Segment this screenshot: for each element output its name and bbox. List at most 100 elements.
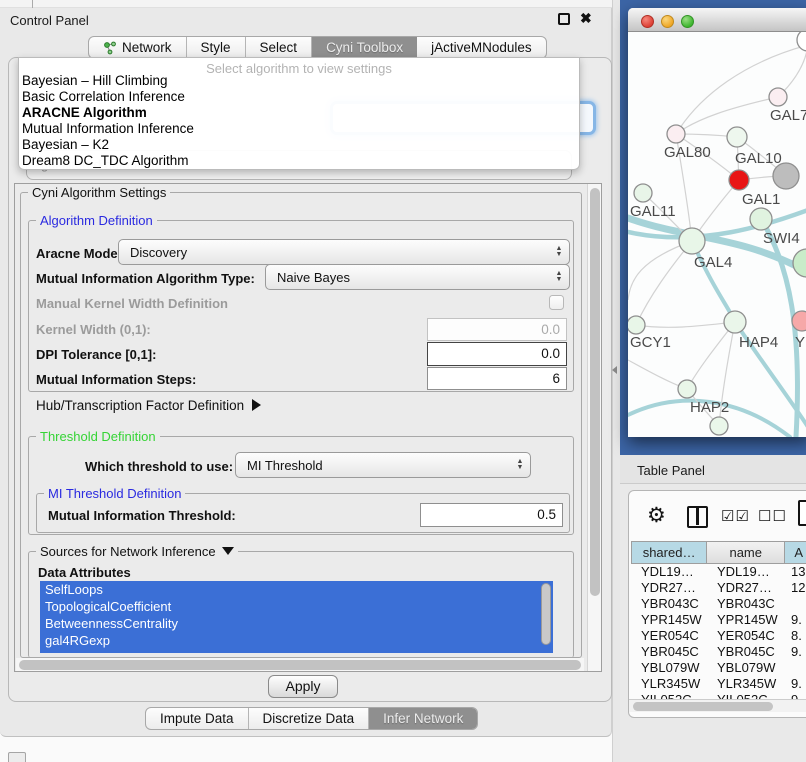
table-row[interactable]: YLR345WYLR345W9. [631,676,806,692]
network-node[interactable] [727,127,747,147]
table-cell [787,596,806,612]
kernel-width-label: Kernel Width (0,1): [36,322,151,337]
table-row[interactable]: YBL079WYBL079W [631,660,806,676]
data-attribute-item[interactable]: TopologicalCoefficient [40,598,553,615]
network-node-label: Y [795,334,805,351]
mi-type-value: Naive Bayes [266,270,549,285]
algorithm-option[interactable]: Basic Correlation Inference [19,89,579,105]
tab-infer-network[interactable]: Infer Network [369,708,477,729]
algorithm-option[interactable]: Mutual Information Inference [19,121,579,137]
network-node[interactable] [628,316,645,334]
network-node[interactable] [750,208,772,230]
algorithm-option[interactable]: ARACNE Algorithm [19,105,579,121]
network-node[interactable] [729,170,749,190]
mi-threshold-field[interactable]: 0.5 [420,503,563,527]
scrollbar-thumb[interactable] [590,188,600,596]
table-row[interactable]: YBR043CYBR043C [631,596,806,612]
table-row[interactable]: YDR27…YDR27…12 [631,580,806,596]
network-node[interactable] [634,184,652,202]
table-panel-title: Table Panel [637,463,705,478]
tab-select[interactable]: Select [246,37,313,58]
table-row[interactable]: YBR045CYBR045C9. [631,644,806,660]
which-threshold-combo[interactable]: MI Threshold ▲▼ [235,452,531,478]
aracne-mode-combo[interactable]: Discovery ▲▼ [118,239,570,265]
stepper-icon: ▲▼ [549,246,569,258]
settings-horizontal-scrollbar[interactable] [16,658,584,671]
collapse-left-icon[interactable] [612,366,617,374]
column-header-name[interactable]: name [707,541,785,564]
data-attribute-item[interactable]: gal4RGexp [40,632,553,649]
table-cell: YBR045C [708,644,787,660]
column-header-clipped[interactable]: A [785,541,806,564]
data-attributes-list[interactable]: SelfLoopsTopologicalCoefficientBetweenne… [40,581,553,653]
tab-style[interactable]: Style [187,37,246,58]
tab-network[interactable]: Network [89,37,187,58]
mi-steps-field[interactable]: 6 [427,367,567,390]
columns-icon[interactable] [687,506,708,528]
sources-title-text: Sources for Network Inference [40,544,216,559]
network-node[interactable] [769,88,787,106]
table-row[interactable]: YDL19…YDL19…13 [631,564,806,580]
network-node[interactable] [678,380,696,398]
close-icon[interactable]: ✖ [580,10,592,27]
table-row[interactable]: YER054CYER054C8. [631,628,806,644]
list-scrollbar[interactable] [541,583,551,645]
minimized-panel-icon[interactable] [8,752,26,762]
zoom-traffic-light[interactable] [681,15,694,28]
table-row[interactable]: YIL052CYIL052C9 [631,692,806,699]
tab-impute-data[interactable]: Impute Data [146,708,249,729]
panel-divider[interactable] [612,0,620,762]
document-icon[interactable] [798,500,806,526]
kernel-width-field[interactable]: 0.0 [427,318,567,341]
network-canvas[interactable]: GAL7GAL80GAL10GAL1GAL11SWI4GAL4GCY1HAP4Y… [628,32,806,437]
tab-jactivemnodules[interactable]: jActiveMNodules [417,37,546,58]
apply-button[interactable]: Apply [268,675,338,698]
which-threshold-label: Which threshold to use: [85,459,233,474]
network-node-label: SWI4 [763,230,800,247]
algorithm-option[interactable]: Bayesian – K2 [19,137,579,153]
network-node[interactable] [793,249,806,277]
tab-cyni-toolbox[interactable]: Cyni Toolbox [312,37,417,58]
table-cell: 8. [787,628,806,644]
network-node[interactable] [710,417,728,435]
table-cell [787,660,806,676]
table-horizontal-scrollbar[interactable] [629,699,806,712]
tab-discretize-data[interactable]: Discretize Data [249,708,370,729]
hub-definition-toggle[interactable]: Hub/Transcription Factor Definition [36,398,261,413]
screen: Control Panel ✖ Network Style Select Cyn… [0,0,806,762]
stepper-icon: ▲▼ [549,271,569,283]
network-node-label: GCY1 [630,334,671,351]
deselect-all-icon[interactable]: ☐☐ [758,507,787,525]
dpi-tolerance-field[interactable]: 0.0 [427,342,567,366]
column-header-shared[interactable]: shared… [631,541,707,564]
table-cell: YIL052C [631,692,708,699]
table-cell: YBR043C [708,596,787,612]
table-row[interactable]: YPR145WYPR145W9. [631,612,806,628]
gear-icon[interactable]: ⚙ [647,503,666,528]
scrollbar-thumb[interactable] [633,702,773,711]
network-node[interactable] [667,125,685,143]
select-all-icon[interactable]: ☑☑ [721,507,750,525]
scrollbar-thumb[interactable] [19,660,581,670]
network-node[interactable] [724,311,746,333]
manual-kernel-label: Manual Kernel Width Definition [36,296,228,311]
settings-vertical-scrollbar[interactable] [587,184,601,671]
expand-right-icon [252,399,261,411]
close-traffic-light[interactable] [641,15,654,28]
algorithm-option[interactable]: Dream8 DC_TDC Algorithm [19,153,579,169]
collapse-down-icon[interactable] [222,547,234,555]
minimize-traffic-light[interactable] [661,15,674,28]
mi-type-combo[interactable]: Naive Bayes ▲▼ [265,264,570,290]
data-attribute-item[interactable]: BetweennessCentrality [40,615,553,632]
table-cell: YLR345W [708,676,787,692]
table-cell: YBL079W [631,660,708,676]
float-window-icon[interactable] [558,13,570,25]
network-node-label: GAL4 [694,254,732,271]
network-node[interactable] [679,228,705,254]
network-window-titlebar[interactable] [628,8,806,32]
data-attribute-item[interactable]: SelfLoops [40,581,553,598]
algorithm-definition-title: Algorithm Definition [36,213,157,228]
network-node[interactable] [792,311,806,331]
manual-kernel-checkbox[interactable] [549,295,564,310]
tab-infer-network-label: Infer Network [383,711,463,726]
